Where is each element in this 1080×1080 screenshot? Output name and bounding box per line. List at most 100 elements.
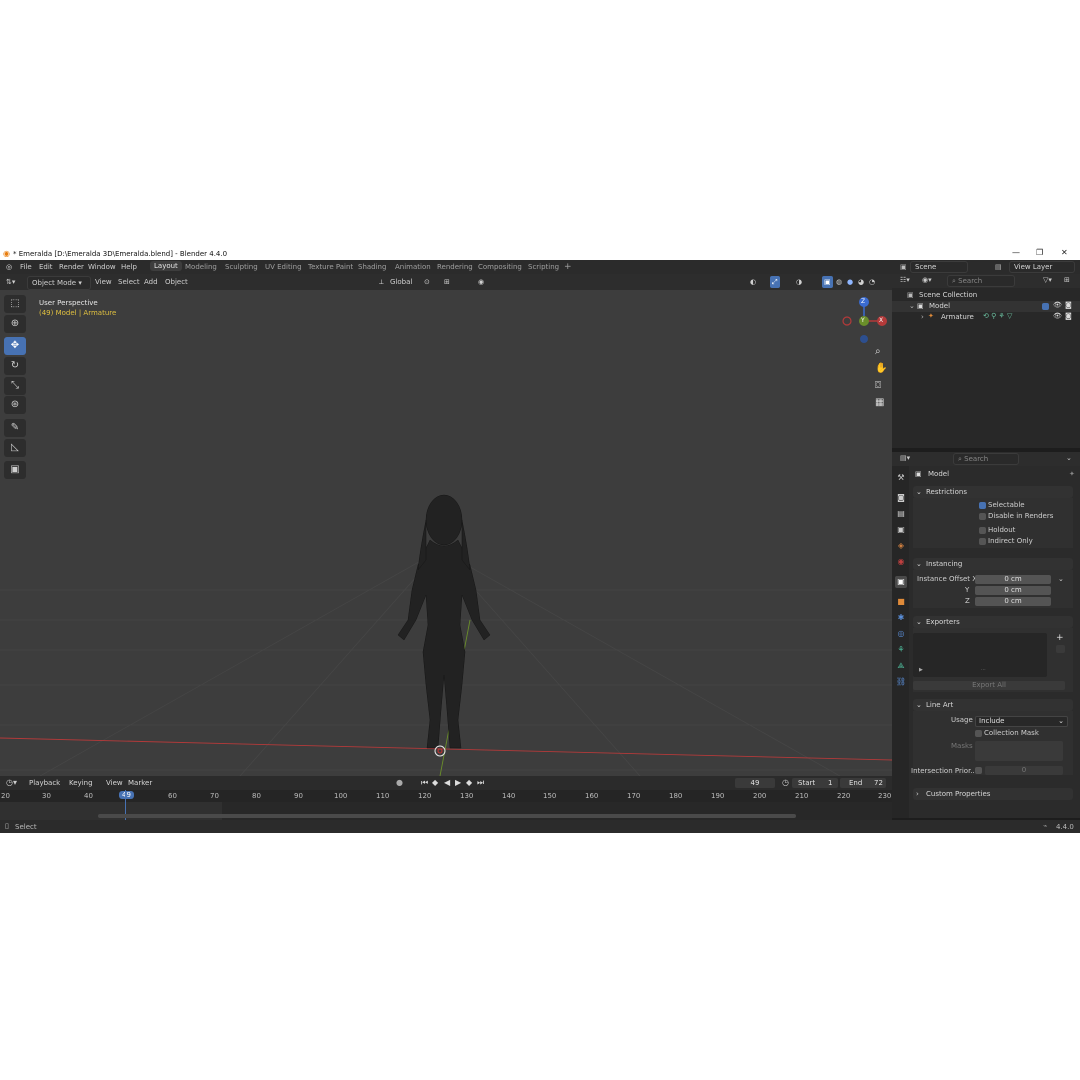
workspace-tab-uv-editing[interactable]: UV Editing: [265, 263, 302, 271]
transform-orientation-icon[interactable]: ⟂: [379, 276, 384, 288]
menu-file[interactable]: File: [20, 263, 32, 271]
timeline-menu-view[interactable]: View: [106, 779, 123, 787]
start-frame-field[interactable]: Start 1: [792, 778, 838, 788]
viewport-menu-add[interactable]: Add: [144, 276, 158, 288]
view-layer-tab-icon[interactable]: ▣: [895, 524, 907, 536]
camera-view-icon[interactable]: ⌼: [875, 380, 881, 391]
pivot-icon[interactable]: ⊙: [424, 276, 430, 288]
viewport-menu-select[interactable]: Select: [118, 276, 140, 288]
constraints-tab-icon[interactable]: ⛓: [895, 676, 907, 688]
prev-keyframe-icon[interactable]: ◆: [432, 778, 438, 787]
rotate-tool-icon[interactable]: ↻: [4, 357, 26, 375]
gizmo-toggle-icon[interactable]: ⤢: [770, 276, 780, 288]
outliner-row-scene-collection[interactable]: ▣ Scene Collection: [892, 290, 1080, 301]
particles-tab-icon[interactable]: ◎: [895, 628, 907, 640]
editor-type-icon[interactable]: ⇅▾: [6, 276, 15, 288]
timeline-menu-marker[interactable]: Marker: [128, 779, 152, 787]
scale-tool-icon[interactable]: ⤡: [4, 377, 26, 395]
camera-render-icon[interactable]: ◙: [1065, 301, 1072, 309]
timeline-scrollbar[interactable]: [98, 814, 796, 818]
grid-perspective-icon[interactable]: ▦: [875, 397, 884, 408]
exporters-panel-header[interactable]: ⌄ Exporters: [913, 616, 1073, 628]
transform-tool-icon[interactable]: ⊛: [4, 396, 26, 414]
add-cube-tool-icon[interactable]: ▣: [4, 461, 26, 479]
restore-button[interactable]: ❐: [1036, 248, 1043, 257]
transform-orientation-selector[interactable]: Global: [390, 276, 412, 288]
viewport-menu-object[interactable]: Object: [165, 276, 188, 288]
add-workspace-button[interactable]: +: [564, 262, 572, 272]
workspace-tab-rendering[interactable]: Rendering: [437, 263, 473, 271]
selectable-checkbox[interactable]: [979, 502, 986, 509]
properties-editor-type-icon[interactable]: ▤▾: [900, 454, 910, 462]
exporters-list[interactable]: ▶ ⋯: [913, 633, 1047, 677]
outliner-search-input[interactable]: ⌕ Search: [947, 275, 1015, 287]
workspace-tab-layout[interactable]: Layout: [150, 261, 182, 271]
gizmo-x-label[interactable]: X: [879, 317, 883, 324]
properties-search-input[interactable]: ⌕ Search: [953, 453, 1019, 465]
mode-selector[interactable]: Object Mode ▾: [27, 276, 91, 290]
instance-offset-y-field[interactable]: 0 cm: [975, 586, 1051, 595]
menu-render[interactable]: Render: [59, 263, 84, 271]
collapse-arrow-icon[interactable]: ›: [921, 313, 924, 321]
view-layer-selector[interactable]: View Layer: [1009, 261, 1075, 273]
cursor-tool-icon[interactable]: ⊕: [4, 315, 26, 333]
masks-toggle-grid[interactable]: [975, 741, 1063, 761]
indirect-only-checkbox[interactable]: [979, 538, 986, 545]
viewport-menu-view[interactable]: View: [95, 276, 112, 288]
chevron-down-icon[interactable]: ⌄: [1058, 575, 1064, 583]
play-icon[interactable]: ▶: [455, 778, 461, 787]
play-reverse-icon[interactable]: ◀: [444, 778, 450, 787]
xray-toggle-icon[interactable]: ▣: [822, 276, 833, 288]
modifiers-tab-icon[interactable]: ✱: [895, 612, 907, 624]
shading-rendered-icon[interactable]: ◔: [869, 276, 875, 288]
world-tab-icon[interactable]: ◉: [895, 556, 907, 568]
object-tab-icon[interactable]: ■: [895, 596, 907, 608]
visibility-icon[interactable]: ◐: [750, 276, 756, 288]
outliner-editor-type-icon[interactable]: ☷▾: [900, 276, 910, 284]
preview-range-icon[interactable]: ◷: [782, 778, 789, 787]
jump-start-icon[interactable]: ⏮: [421, 778, 428, 788]
outliner-row-armature[interactable]: › ✦ Armature ⟲ ⚲ ⚘ ▽ 👁 ◙: [892, 312, 1080, 323]
pan-hand-icon[interactable]: ✋: [875, 363, 887, 374]
disable-in-renders-checkbox[interactable]: [979, 513, 986, 520]
gizmo-z-label[interactable]: Z: [861, 298, 865, 305]
expand-arrow-icon[interactable]: ⌄: [909, 302, 915, 310]
timeline-ruler[interactable]: 20 30 40 49 60 70 80 90 100 110 120 130 …: [0, 790, 892, 802]
scene-selector[interactable]: Scene: [910, 261, 968, 273]
shading-wireframe-icon[interactable]: ◍: [836, 276, 842, 288]
shading-material-icon[interactable]: ◕: [858, 276, 864, 288]
eye-icon[interactable]: 👁: [1053, 312, 1062, 320]
filter-icon[interactable]: ▽▾: [1043, 276, 1052, 284]
auto-keying-icon[interactable]: ●: [396, 778, 403, 787]
tool-tab-icon[interactable]: ⚒: [895, 472, 907, 484]
workspace-tab-animation[interactable]: Animation: [395, 263, 431, 271]
annotate-tool-icon[interactable]: ✎: [4, 419, 26, 437]
export-all-button[interactable]: Export All: [913, 681, 1065, 690]
shading-solid-icon[interactable]: ●: [847, 276, 853, 288]
list-resize-grip-icon[interactable]: ⋯: [981, 667, 986, 673]
snap-icon[interactable]: ⊞: [444, 276, 450, 288]
data-tab-icon[interactable]: ⟁: [895, 660, 907, 672]
close-button[interactable]: ✕: [1061, 248, 1068, 257]
menu-help[interactable]: Help: [121, 263, 137, 271]
current-frame-field[interactable]: 49: [735, 778, 775, 788]
move-tool-icon[interactable]: ✥: [4, 337, 26, 355]
display-mode-icon[interactable]: ◉▾: [922, 276, 932, 284]
collection-mask-checkbox[interactable]: [975, 730, 982, 737]
scene-tab-icon[interactable]: ◈: [895, 540, 907, 552]
workspace-tab-shading[interactable]: Shading: [358, 263, 386, 271]
timeline-menu-playback[interactable]: Playback: [29, 779, 60, 787]
custom-properties-panel-header[interactable]: › Custom Properties: [913, 788, 1073, 800]
outliner-row-model[interactable]: ⌄ ▣ Model 👁 ◙: [892, 301, 1080, 312]
intersection-priority-field[interactable]: 0: [985, 766, 1063, 775]
line-art-panel-header[interactable]: ⌄ Line Art: [913, 699, 1073, 711]
workspace-tab-modeling[interactable]: Modeling: [185, 263, 217, 271]
output-tab-icon[interactable]: ▤: [895, 508, 907, 520]
blender-menu-icon[interactable]: ◎: [6, 263, 12, 271]
usage-select[interactable]: Include ⌄: [975, 716, 1068, 727]
holdout-checkbox[interactable]: [979, 527, 986, 534]
workspace-tab-compositing[interactable]: Compositing: [478, 263, 522, 271]
list-expand-icon[interactable]: ▶: [919, 667, 923, 673]
timeline-menu-keying[interactable]: Keying: [69, 779, 93, 787]
properties-options-icon[interactable]: ⌄: [1066, 454, 1072, 462]
